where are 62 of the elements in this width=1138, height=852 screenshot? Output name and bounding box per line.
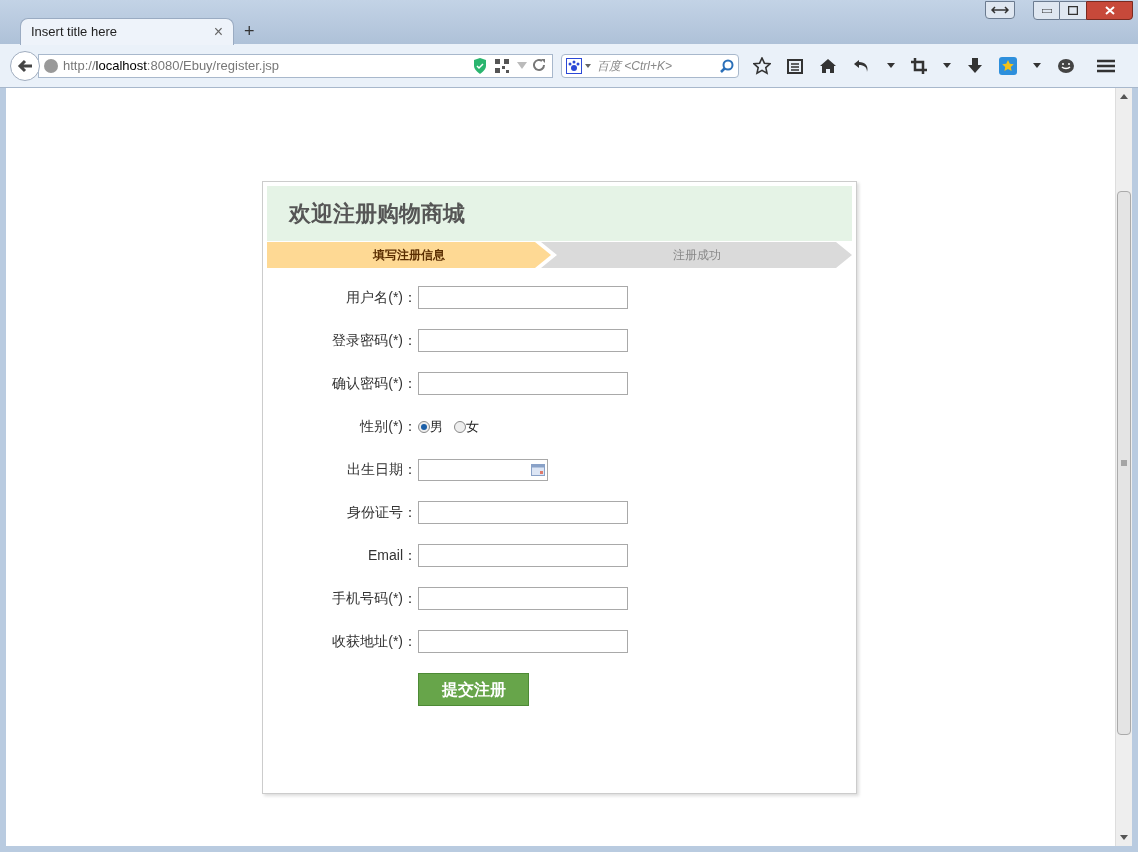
crop-icon[interactable] (911, 57, 927, 74)
url-text: http://localhost:8080/Ebuy/register.jsp (63, 56, 281, 75)
chat-icon[interactable] (1057, 57, 1075, 74)
progress-step: 填写注册信息 (267, 242, 551, 268)
browser-tab[interactable]: Insert title here × (20, 18, 234, 45)
window-resize-button[interactable] (985, 1, 1015, 19)
grip-icon (1121, 460, 1127, 466)
qr-code-icon (495, 58, 509, 73)
field-label: 确认密码(*)： (331, 374, 418, 393)
close-icon (1104, 6, 1115, 15)
caret-icon[interactable] (943, 63, 951, 68)
page-title: 欢迎注册购物商城 (289, 199, 465, 228)
input-field[interactable] (418, 544, 628, 567)
home-icon[interactable] (819, 57, 837, 74)
caret-icon[interactable] (1033, 63, 1041, 68)
caret-icon[interactable] (585, 63, 591, 68)
input-field[interactable] (418, 329, 628, 352)
reload-icon[interactable] (533, 59, 546, 72)
scrollbar-thumb[interactable] (1117, 191, 1131, 735)
scroll-up-icon[interactable] (1120, 94, 1128, 99)
download-icon[interactable] (967, 57, 983, 74)
menu-icon[interactable] (1097, 58, 1115, 73)
field-label: 手机号码(*)： (331, 589, 418, 608)
radio-option[interactable]: 女 (454, 416, 479, 437)
input-field[interactable] (418, 587, 628, 610)
search-field[interactable]: 百度 <Ctrl+K> (597, 56, 720, 75)
search-icon[interactable] (720, 58, 734, 73)
reading-list-icon[interactable] (787, 57, 803, 74)
paw-icon (566, 57, 582, 74)
input-field[interactable] (418, 286, 628, 309)
field-label: 用户名(*)： (345, 288, 418, 307)
maximize-icon (1068, 6, 1078, 15)
back-arrow-icon (17, 58, 33, 73)
field-label: Email： (367, 546, 418, 565)
date-field[interactable] (418, 458, 548, 481)
field-label: 出生日期： (346, 460, 418, 479)
scroll-down-icon[interactable] (1120, 835, 1128, 840)
minimize-icon (1041, 8, 1052, 13)
close-button[interactable] (1086, 1, 1133, 20)
progress-step: 注册成功 (541, 242, 852, 268)
search-bar[interactable]: 百度 <Ctrl+K> (561, 53, 739, 78)
caret-icon[interactable] (887, 63, 895, 68)
field-label: 身份证号： (346, 503, 418, 522)
tab-close-button[interactable]: × (213, 20, 223, 44)
field-label: 收获地址(*)： (331, 632, 418, 651)
vertical-scrollbar[interactable] (1115, 88, 1132, 846)
input-field[interactable] (418, 501, 628, 524)
field-label: 性别(*)： (358, 417, 418, 436)
resize-icon (991, 5, 1009, 15)
calendar-icon[interactable] (531, 463, 545, 476)
new-tab-button[interactable]: + (244, 18, 255, 45)
star-icon[interactable] (753, 56, 771, 75)
shield-icon (473, 57, 487, 74)
star-badge-icon[interactable] (999, 56, 1017, 75)
url-field[interactable]: http://localhost:8080/Ebuy/register.jsp (38, 53, 553, 78)
maximize-button[interactable] (1060, 1, 1086, 20)
radio-option[interactable]: 男 (418, 416, 443, 437)
back-button[interactable] (10, 50, 40, 81)
tab-title: Insert title here (31, 23, 118, 42)
input-field[interactable] (418, 372, 628, 395)
input-field[interactable] (418, 630, 628, 653)
field-label: 登录密码(*)： (331, 331, 418, 350)
